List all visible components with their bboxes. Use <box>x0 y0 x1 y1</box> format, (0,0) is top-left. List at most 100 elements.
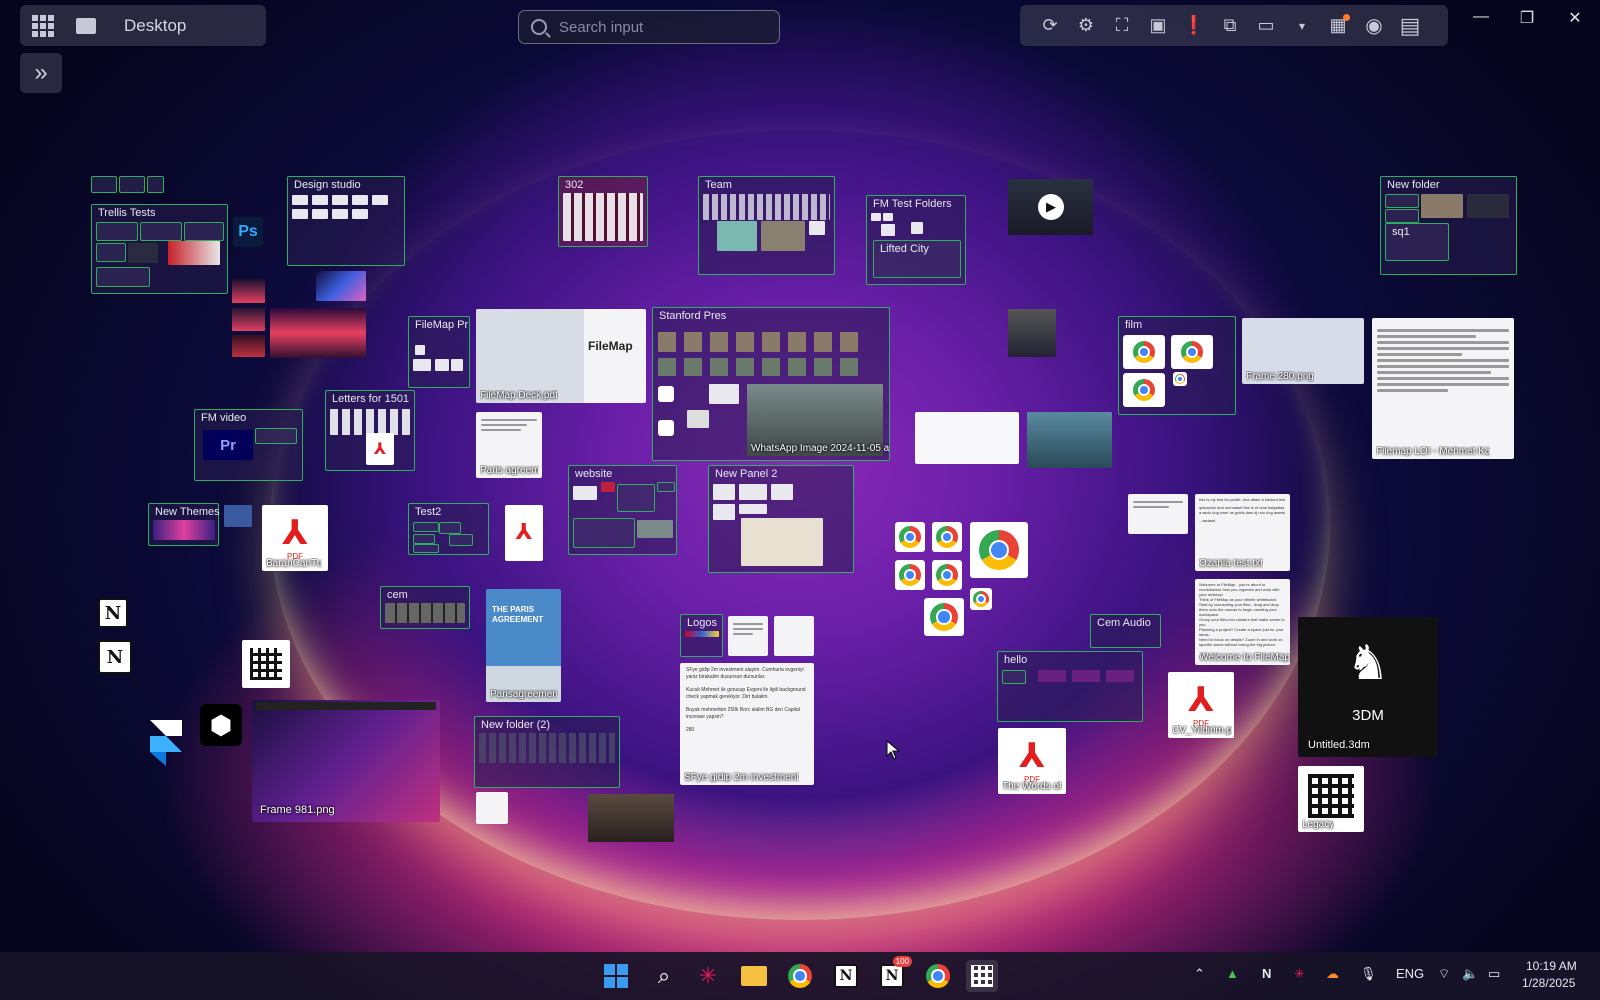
mini-panel[interactable] <box>91 176 117 193</box>
image-thumbnail[interactable] <box>588 794 674 842</box>
search-input[interactable] <box>557 17 771 37</box>
document-thumbnail[interactable] <box>774 616 814 656</box>
fullscreen-icon[interactable]: ⛶ <box>1104 14 1140 38</box>
chrome-profile-icon[interactable] <box>922 960 954 992</box>
image-thumbnail[interactable] <box>270 308 366 358</box>
file-card-frame-981[interactable]: Frame 981.png <box>252 700 440 822</box>
slack-icon[interactable]: ✳ <box>692 960 724 992</box>
chrome-thumbnail[interactable] <box>911 222 923 234</box>
filemap-icon[interactable]: ▤ <box>1392 13 1428 38</box>
image-thumbnail[interactable] <box>717 221 757 251</box>
image-thumbnail[interactable] <box>232 335 265 357</box>
pdf-thumbnail[interactable] <box>881 224 895 236</box>
close-button[interactable]: ✕ <box>1552 8 1598 30</box>
file-thumbnail[interactable] <box>435 359 449 371</box>
chrome-shortcut[interactable] <box>970 522 1028 578</box>
panel-design-studio[interactable]: Design studio <box>287 176 405 266</box>
notion-shortcut-icon[interactable]: N <box>98 598 128 628</box>
subpanel[interactable] <box>617 484 655 512</box>
pdf-thumbnail[interactable] <box>709 384 739 404</box>
file-card-frame-280[interactable]: Frame 280.png <box>1242 318 1364 384</box>
image-thumbnail[interactable] <box>1027 412 1112 468</box>
profile-image-thumbnail[interactable] <box>1008 309 1056 357</box>
subpanel-sq1[interactable]: sq1 <box>1385 223 1449 261</box>
logo-thumbnails[interactable] <box>685 631 719 637</box>
video-thumbnail[interactable] <box>1421 194 1463 218</box>
chrome-shortcut[interactable] <box>895 560 925 590</box>
notion-icon[interactable]: N <box>830 960 862 992</box>
image-thumbnail[interactable] <box>761 221 805 251</box>
tray-chevron-up-icon[interactable]: ⌃ <box>1194 966 1205 982</box>
file-card-paris-agreement[interactable]: Paris agreem <box>476 412 542 478</box>
minimize-button[interactable]: — <box>1458 8 1504 30</box>
text-file-welcome[interactable]: Welcome to FileMap - you're about to rev… <box>1195 579 1290 665</box>
subpanel[interactable] <box>96 222 138 241</box>
subpanel[interactable] <box>96 267 150 287</box>
workspace-switcher[interactable]: Desktop <box>20 5 266 46</box>
subpanel-lifted-city[interactable]: Lifted City <box>873 240 961 278</box>
image-thumbnail[interactable] <box>224 505 252 527</box>
google-drive-icon[interactable]: ▲ <box>1226 966 1239 981</box>
file-card-filemap-loi[interactable]: Filemap LOI - Mehmet Ka <box>1372 318 1514 459</box>
file-thumbnail[interactable] <box>352 209 368 219</box>
file-thumbnail[interactable] <box>713 484 735 500</box>
file-grid-thumbnails[interactable] <box>703 194 830 220</box>
pdf-file[interactable]: ⅄ <box>366 433 394 465</box>
image-thumbnail[interactable] <box>128 243 158 263</box>
pdf-thumbnail[interactable] <box>809 221 825 235</box>
panel-filemap-pr[interactable]: FileMap Pr <box>408 316 470 388</box>
maximize-button[interactable]: ❐ <box>1504 8 1550 30</box>
cloud-icon[interactable]: ☁ <box>1326 966 1339 982</box>
file-thumbnail[interactable] <box>713 504 735 520</box>
sharescreen-icon[interactable]: ⧉ <box>1212 14 1248 38</box>
subpanel[interactable] <box>657 482 675 492</box>
subpanel[interactable] <box>255 428 297 444</box>
image-thumbnail[interactable] <box>741 518 823 566</box>
image-thumbnail[interactable] <box>232 307 265 331</box>
filemap-icon[interactable] <box>966 960 998 992</box>
file-thumbnail[interactable] <box>312 195 328 205</box>
filemap-shortcut-legacy[interactable]: Legacy <box>1298 766 1364 832</box>
subpanel[interactable] <box>1385 194 1419 208</box>
panel-film[interactable]: film <box>1118 316 1236 415</box>
clock-date[interactable]: 1/28/2025 <box>1522 976 1575 990</box>
subpanel[interactable] <box>413 522 439 532</box>
framer-icon[interactable] <box>148 718 184 766</box>
video-thumbnail[interactable] <box>1467 194 1509 218</box>
panel-stanford-pres[interactable]: Stanford Pres WhatsApp Image 2024-11-05 … <box>652 307 890 461</box>
image-thumbnail[interactable] <box>316 271 366 301</box>
subpanel[interactable] <box>413 544 439 553</box>
image-thumbnail[interactable] <box>153 520 215 540</box>
file-thumbnail[interactable] <box>687 410 709 428</box>
file-thumbnail[interactable] <box>871 213 881 221</box>
file-grid-thumbnails[interactable] <box>563 193 643 241</box>
display-icon[interactable]: ▭ <box>1248 14 1284 38</box>
discord-icon[interactable]: ◉ <box>1356 14 1392 38</box>
file-thumbnail[interactable] <box>771 484 793 500</box>
file-card-paris-agreement-cover[interactable]: THE PARIS AGREEMENT Parisagreemen <box>486 589 561 702</box>
premiere-icon[interactable]: Pr <box>203 430 253 460</box>
file-card-untitled-3dm[interactable]: ♞ 3DM Untitled.3dm <box>1298 617 1438 757</box>
text-file-ozanla[interactable]: this is my test txt profile. Ima attain … <box>1195 494 1290 571</box>
video-thumbnail[interactable]: ▶ <box>1008 179 1093 235</box>
panel-team[interactable]: Team <box>698 176 835 275</box>
image-thumbnail[interactable] <box>637 520 673 538</box>
mini-panel[interactable] <box>119 176 145 193</box>
refresh-icon[interactable]: ⟳ <box>1032 14 1068 38</box>
clock-time[interactable]: 10:19 AM <box>1526 959 1577 973</box>
file-thumbnail[interactable] <box>332 195 348 205</box>
file-thumbnail[interactable] <box>312 209 328 219</box>
filemap-shortcut[interactable] <box>242 640 290 688</box>
text-file-thumbnail[interactable] <box>1128 494 1188 534</box>
image-grid-thumbnails[interactable] <box>658 358 858 376</box>
file-thumbnail[interactable] <box>451 359 463 371</box>
panel-fm-test-folders[interactable]: FM Test Folders Lifted City <box>866 195 966 285</box>
image-grid-thumbnails[interactable] <box>658 332 858 352</box>
panel-hello[interactable]: hello <box>997 651 1143 722</box>
file-thumbnail[interactable] <box>883 213 893 221</box>
chrome-shortcut[interactable] <box>1123 335 1165 369</box>
file-grid-thumbnails[interactable] <box>479 733 615 763</box>
subpanel[interactable] <box>184 222 224 241</box>
panel-fm-video[interactable]: FM video Pr <box>194 409 303 481</box>
chrome-shortcut[interactable] <box>1173 372 1187 386</box>
